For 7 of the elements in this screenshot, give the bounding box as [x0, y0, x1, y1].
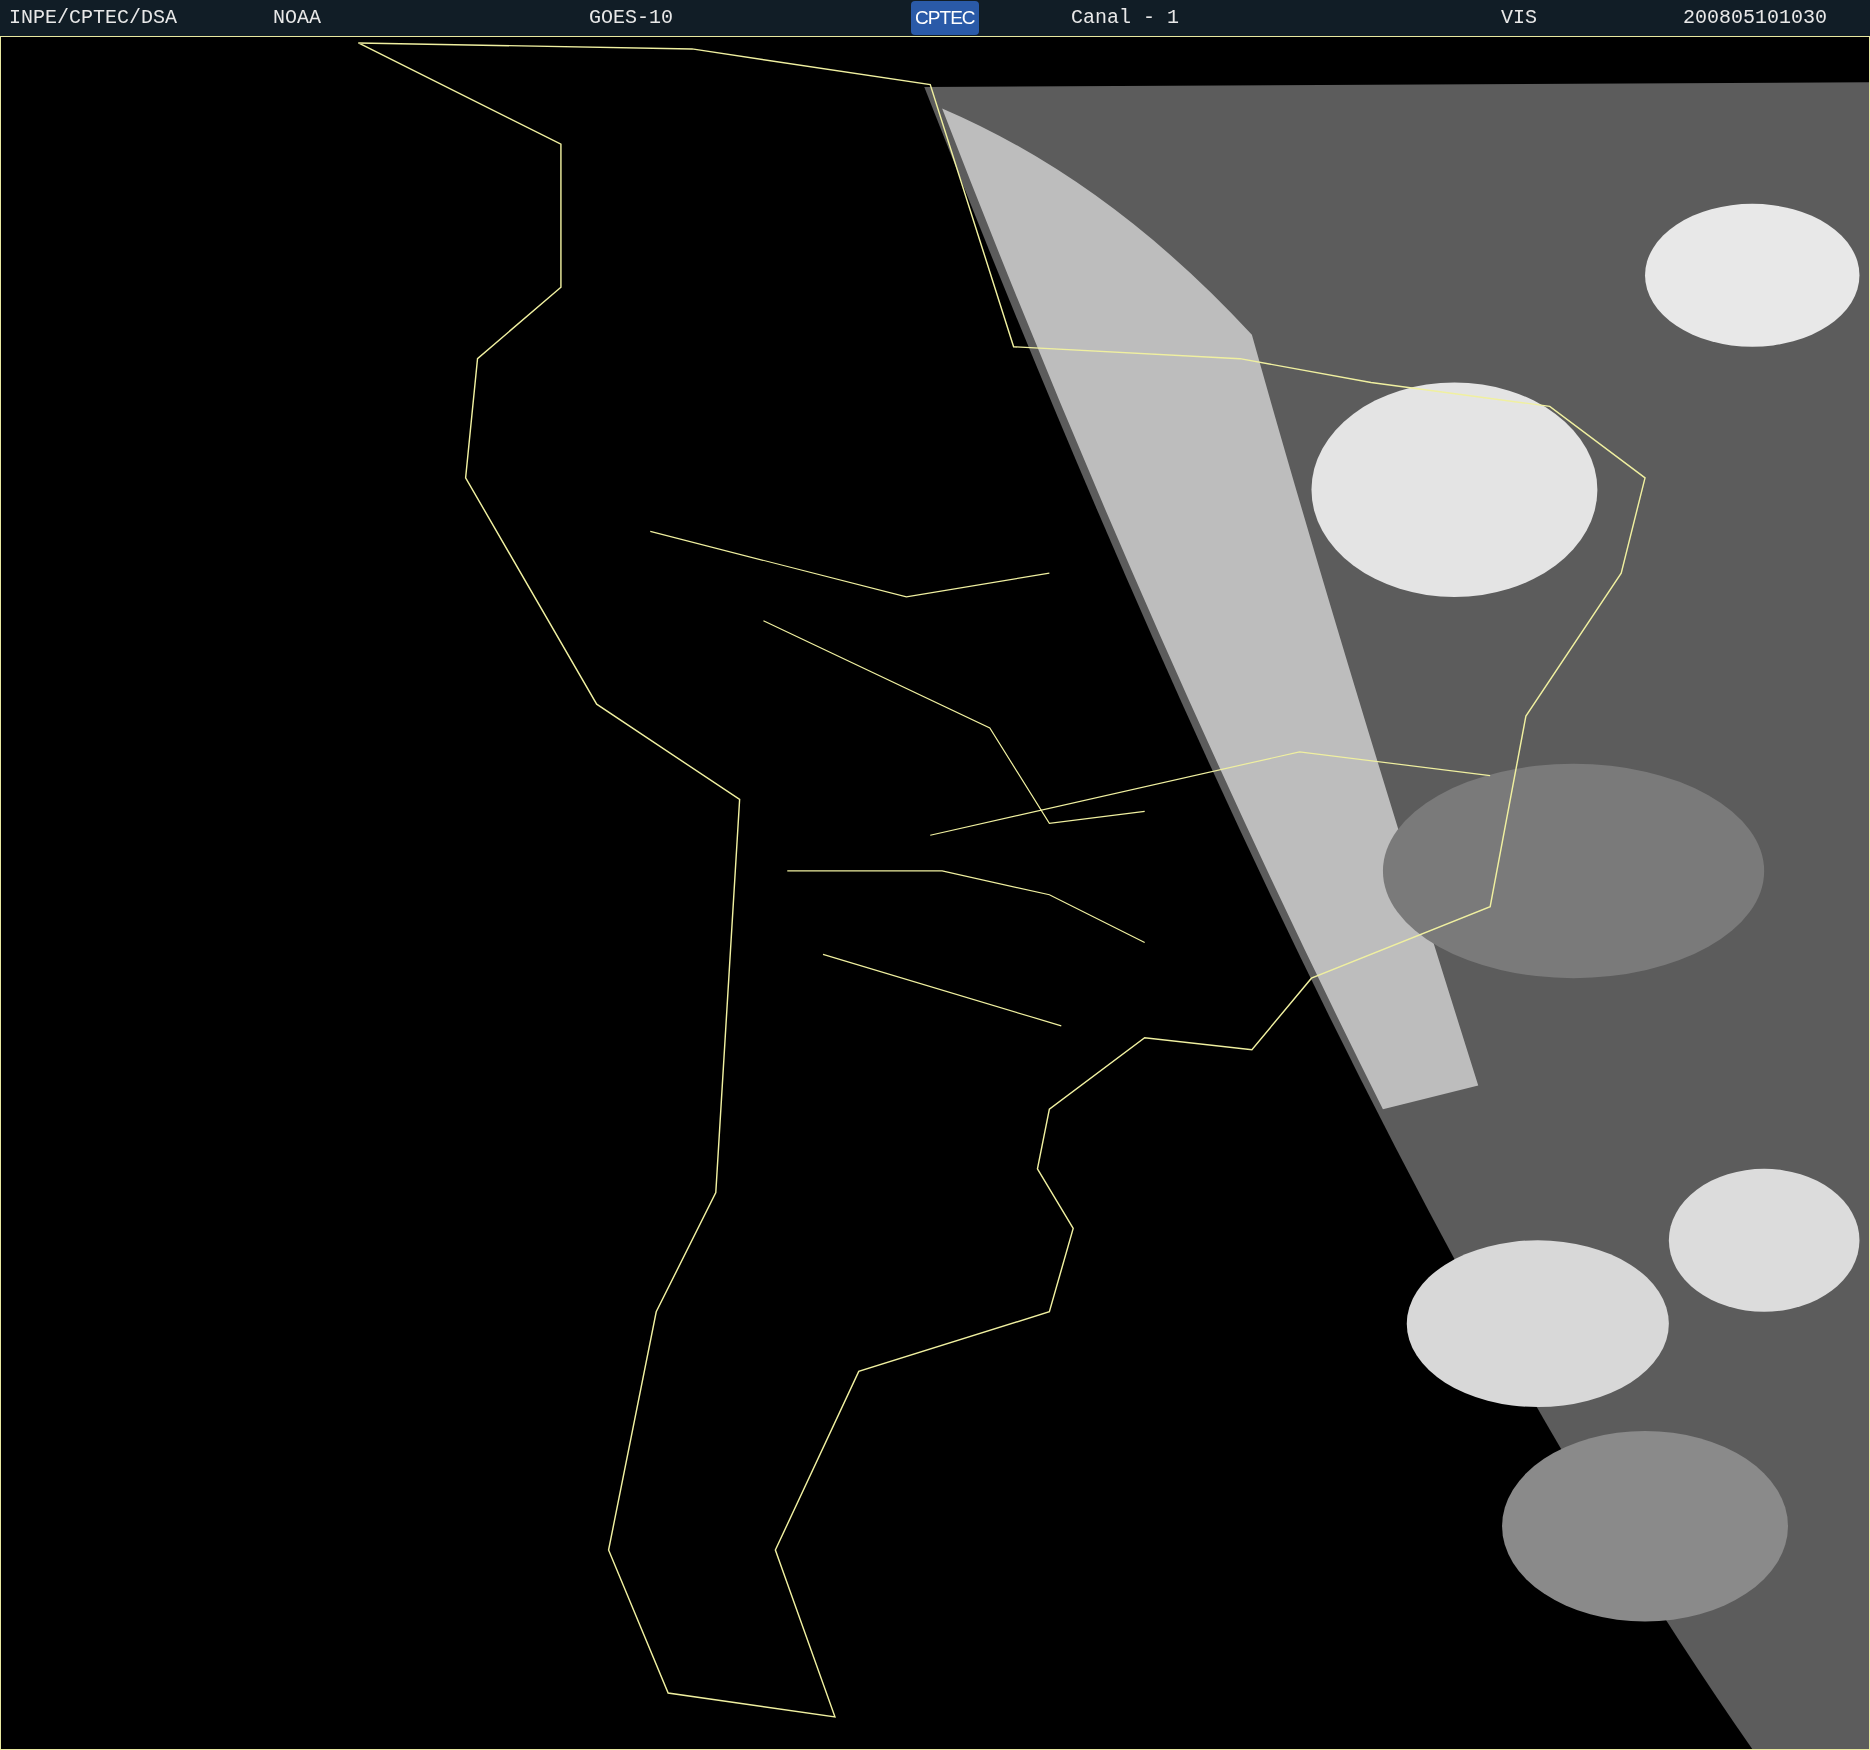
- header-label: Canal - 1: [1071, 6, 1180, 29]
- header-label: GOES-10: [589, 6, 673, 29]
- header-label: 200805101030: [1683, 6, 1828, 29]
- header-label: NOAA: [273, 6, 321, 29]
- header-label: VIS: [1501, 6, 1537, 29]
- logo: CPTEC: [911, 1, 979, 35]
- header-label: INPE/CPTEC/DSA: [9, 6, 178, 29]
